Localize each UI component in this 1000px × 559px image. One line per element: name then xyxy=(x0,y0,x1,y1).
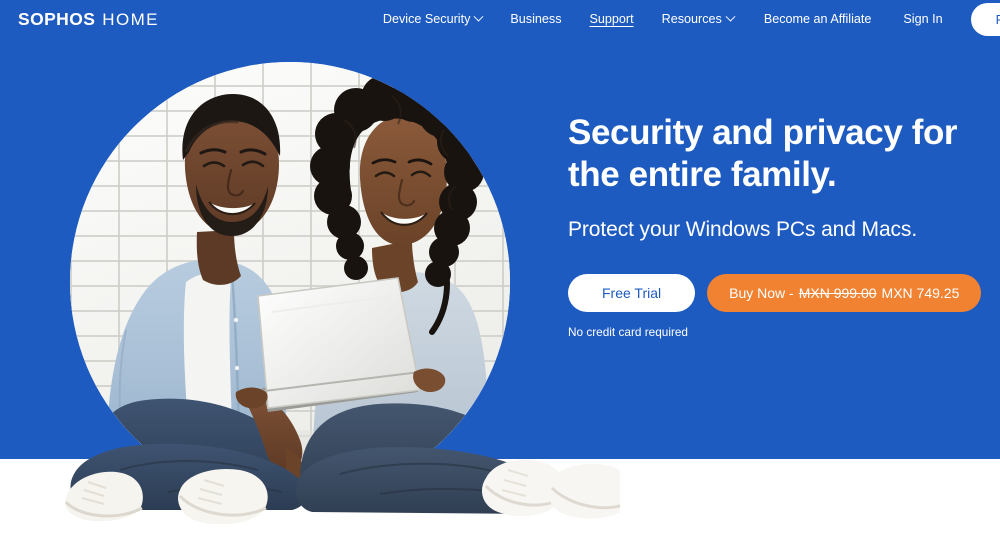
hero-buy-now-button[interactable]: Buy Now - MXN 999.00 MXN 749.25 xyxy=(707,274,982,312)
nav-item-support[interactable]: Support xyxy=(576,6,648,32)
price-original: MXN 999.00 xyxy=(798,285,877,301)
primary-nav-links: Device Security Business Support Resourc… xyxy=(369,6,748,32)
nav-label-resources: Resources xyxy=(661,12,722,26)
hero-cta-row: Free Trial Buy Now - MXN 999.00 MXN 749.… xyxy=(568,274,988,312)
nav-label-become-an-affiliate: Become an Affiliate xyxy=(763,12,872,26)
hero-content: Security and privacy for the entire fami… xyxy=(568,112,988,339)
secondary-nav-links: Become an Affiliate Sign In Free Trial xyxy=(748,2,1000,36)
chevron-down-icon xyxy=(725,11,736,22)
hero-headline-line-1: Security and privacy for xyxy=(568,113,958,152)
logo-home-text: HOME xyxy=(102,9,159,29)
buy-now-label: Buy Now - xyxy=(729,285,794,301)
hero-image xyxy=(0,0,620,559)
nav-item-business[interactable]: Business xyxy=(496,6,575,32)
couple-with-laptop-illustration xyxy=(64,75,620,525)
nav-free-trial-button[interactable]: Free Trial xyxy=(970,2,1000,36)
chevron-down-icon xyxy=(473,11,484,22)
nav-label-support: Support xyxy=(589,12,634,26)
hero-free-trial-button[interactable]: Free Trial xyxy=(568,274,696,312)
sophos-home-logo[interactable]: SOPHOS HOME xyxy=(18,9,159,30)
hero-subheadline: Protect your Windows PCs and Macs. xyxy=(568,218,918,241)
nav-label-business: Business xyxy=(510,12,562,26)
logo-sophos-text: SOPHOS xyxy=(18,8,96,29)
no-credit-card-note: No credit card required xyxy=(568,325,688,339)
hero-headline-line-2: the entire family. xyxy=(568,155,837,194)
top-navigation: SOPHOS HOME Device Security Business Sup… xyxy=(0,0,1000,38)
nav-item-sign-in[interactable]: Sign In xyxy=(887,6,958,32)
page-root: SOPHOS HOME Device Security Business Sup… xyxy=(0,0,1000,559)
nav-label-device-security: Device Security xyxy=(382,12,471,26)
price-discounted: MXN 749.25 xyxy=(881,285,960,301)
nav-item-resources[interactable]: Resources xyxy=(648,6,748,32)
nav-item-device-security[interactable]: Device Security xyxy=(369,6,497,32)
nav-label-sign-in: Sign In xyxy=(903,12,943,26)
hero-headline: Security and privacy for the entire fami… xyxy=(568,112,988,196)
nav-item-become-an-affiliate[interactable]: Become an Affiliate xyxy=(748,6,888,32)
